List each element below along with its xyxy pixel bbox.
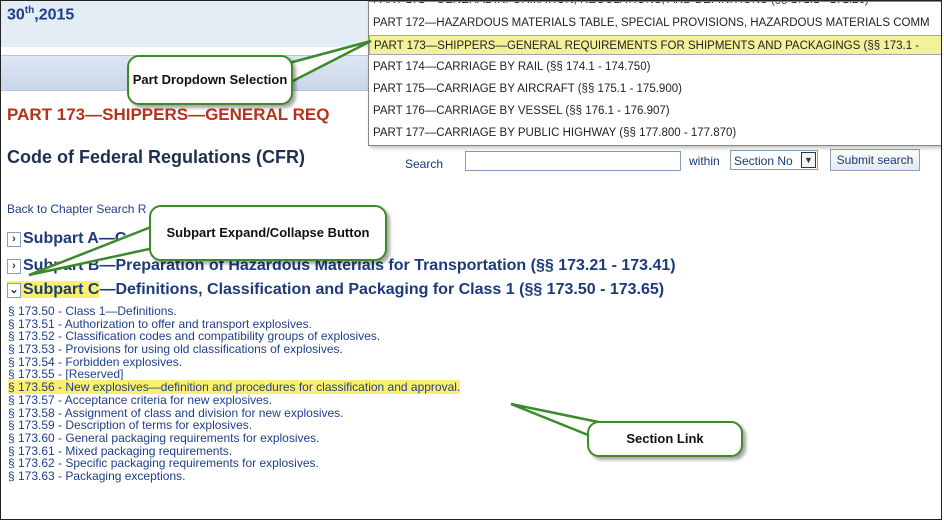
callout-pointer-part-dropdown xyxy=(287,39,372,86)
callout-part-dropdown: Part Dropdown Selection xyxy=(127,55,293,105)
screenshot-frame: 30th,2015 PART 173—SHIPPERS—GENERAL REQ … xyxy=(0,0,942,520)
callout-subpart-toggle: Subpart Expand/Collapse Button xyxy=(149,205,387,261)
callout-section-link: Section Link xyxy=(587,421,743,457)
